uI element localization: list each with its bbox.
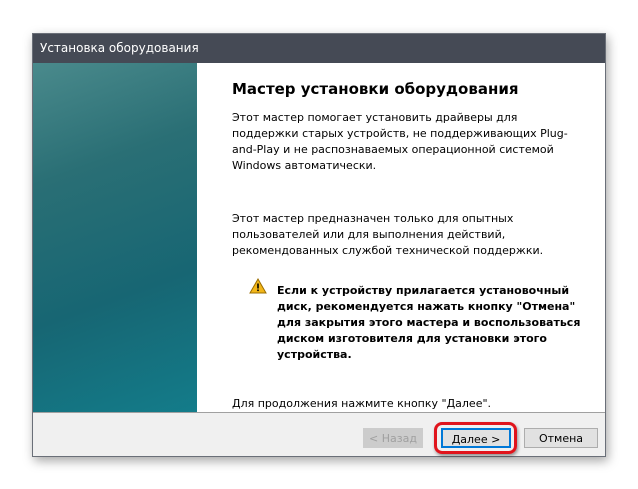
cancel-button[interactable]: Отмена <box>524 428 598 448</box>
continue-hint: Для продолжения нажмите кнопку "Далее". <box>232 397 492 410</box>
wizard-content: Мастер установки оборудования Этот масте… <box>197 63 605 412</box>
back-button[interactable]: < Назад <box>363 428 423 448</box>
warning-text: Если к устройству прилагается установочн… <box>277 284 581 361</box>
hardware-wizard-window: Установка оборудования Мастер установки … <box>32 33 606 457</box>
intro-paragraph: Этот мастер помогает установить драйверы… <box>232 111 568 172</box>
next-button[interactable]: Далее > <box>441 428 511 448</box>
window-title: Установка оборудования <box>33 34 605 63</box>
warning-icon <box>249 278 267 294</box>
page-title: Мастер установки оборудования <box>232 80 519 98</box>
wizard-side-banner <box>33 63 197 412</box>
audience-paragraph: Этот мастер предназначен только для опыт… <box>232 212 544 257</box>
button-bar: < Назад Далее > Отмена <box>33 412 605 456</box>
